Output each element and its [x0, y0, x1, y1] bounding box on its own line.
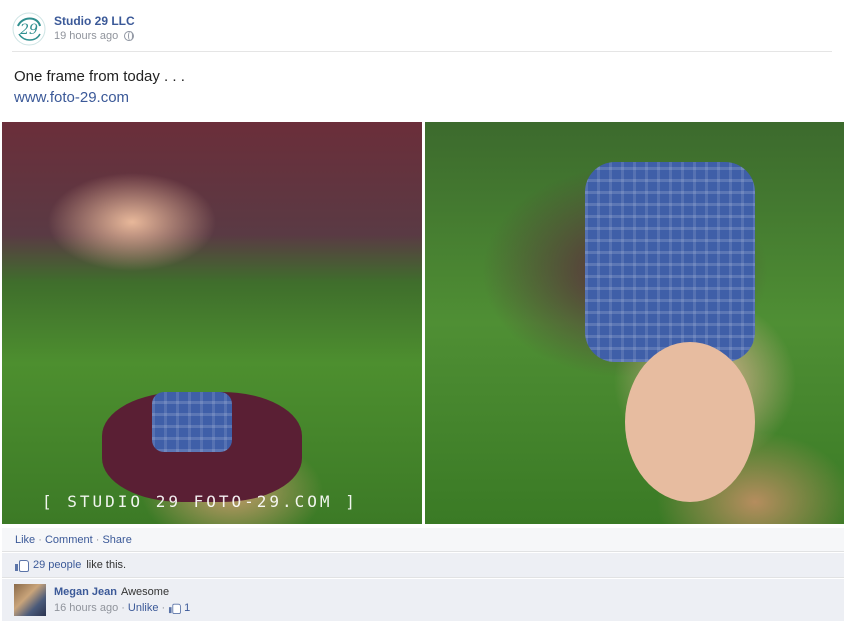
likes-suffix: like this. [86, 559, 127, 571]
thumbs-up-icon [15, 559, 29, 572]
post-timestamp[interactable]: 19 hours ago [54, 30, 118, 42]
page-name-link[interactable]: Studio 29 LLC [54, 14, 135, 28]
comment-like-count[interactable]: 1 [184, 602, 190, 614]
post-link[interactable]: www.foto-29.com [14, 89, 129, 106]
globe-icon[interactable] [124, 31, 135, 41]
studio29-logo-icon: 29 [12, 12, 46, 46]
like-button[interactable]: Like [15, 534, 35, 546]
comment-item: Megan Jean Awesome 16 hours ago · Unlike … [2, 579, 844, 621]
post-meta: 19 hours ago [54, 30, 135, 42]
page-avatar[interactable]: 29 [12, 12, 46, 46]
photo-right-plaid [585, 162, 755, 362]
photo-right-face [625, 342, 755, 502]
commenter-name[interactable]: Megan Jean [54, 586, 117, 598]
likes-summary: 29 people like this. [2, 553, 844, 578]
comment-text: Awesome [120, 586, 170, 598]
photo-right[interactable] [425, 122, 844, 524]
unlike-button[interactable]: Unlike [128, 602, 159, 614]
comment-like-icon[interactable] [169, 603, 182, 614]
separator: · [95, 534, 100, 546]
share-button[interactable]: Share [102, 534, 131, 546]
post-header: 29 Studio 29 LLC 19 hours ago [0, 0, 844, 52]
post-status-text: One frame from today . . . [14, 68, 185, 85]
photo-left[interactable]: [ STUDIO 29 FOTO-29.COM ] [2, 122, 422, 524]
separator: · [121, 602, 125, 614]
post-actions-bar: Like · Comment · Share [2, 528, 844, 552]
separator: · [161, 602, 166, 614]
comment-meta: 16 hours ago · Unlike · 1 [54, 602, 190, 614]
photo-left-plaid [152, 392, 232, 452]
commenter-avatar[interactable] [14, 584, 46, 616]
likes-count-link[interactable]: 29 people [33, 559, 81, 571]
comment-button[interactable]: Comment [45, 534, 93, 546]
logo-text: 29 [19, 22, 38, 38]
separator: · [38, 534, 42, 546]
header-divider [12, 51, 832, 52]
photo-watermark: [ STUDIO 29 FOTO-29.COM ] [42, 492, 358, 511]
comment-timestamp[interactable]: 16 hours ago [54, 602, 118, 614]
photo-album: [ STUDIO 29 FOTO-29.COM ] [2, 122, 844, 524]
